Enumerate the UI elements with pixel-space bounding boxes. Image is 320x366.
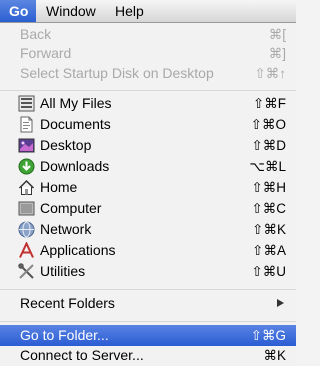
menu-item-desktop[interactable]: Desktop ⇧⌘D bbox=[0, 135, 296, 156]
menu-item-label: Forward bbox=[20, 45, 72, 61]
documents-icon bbox=[20, 116, 33, 133]
menu-item-shortcut: ⌥⌘L bbox=[249, 159, 286, 174]
menu-item-computer[interactable]: Computer ⇧⌘C bbox=[0, 198, 296, 219]
menu-item-label: All My Files bbox=[40, 95, 112, 111]
menu-item-shortcut: ⇧⌘O bbox=[250, 117, 286, 132]
menu-item-documents[interactable]: Documents ⇧⌘O bbox=[0, 114, 296, 135]
menu-item-applications[interactable]: Applications ⇧⌘A bbox=[0, 240, 296, 261]
menu-item-shortcut: ⇧⌘U bbox=[251, 264, 286, 279]
menu-item-label: Downloads bbox=[40, 158, 110, 174]
all-files-icon bbox=[18, 95, 35, 112]
menu-item-shortcut: ⇧⌘↑ bbox=[254, 66, 286, 81]
menubar-go[interactable]: Go bbox=[0, 0, 36, 22]
menu-item-label: Applications bbox=[40, 242, 116, 258]
menu-item-recent-folders[interactable]: Recent Folders bbox=[0, 293, 296, 314]
menu-item-label: Go to Folder... bbox=[20, 327, 109, 343]
desktop-icon bbox=[18, 138, 35, 153]
menu-item-select-startup-disk: Select Startup Disk on Desktop ⇧⌘↑ bbox=[0, 63, 296, 84]
menu-item-label: Desktop bbox=[40, 137, 92, 153]
downloads-icon bbox=[18, 158, 35, 175]
menu-item-all-my-files[interactable]: All My Files ⇧⌘F bbox=[0, 93, 296, 114]
network-icon bbox=[18, 221, 35, 238]
menu-item-utilities[interactable]: Utilities ⇧⌘U bbox=[0, 261, 296, 282]
go-menu-dropdown: Back ⌘[ Forward ⌘] Select Startup Disk o… bbox=[0, 23, 296, 366]
menu-item-label: Connect to Server... bbox=[20, 347, 144, 363]
submenu-arrow-icon bbox=[277, 299, 284, 307]
menu-item-home[interactable]: Home ⇧⌘H bbox=[0, 177, 296, 198]
menu-item-shortcut: ⇧⌘D bbox=[251, 138, 286, 153]
menu-item-shortcut: ⌘K bbox=[263, 348, 286, 363]
menu-item-shortcut: ⇧⌘F bbox=[252, 96, 286, 111]
utilities-icon bbox=[18, 263, 34, 279]
menu-item-label: Recent Folders bbox=[20, 295, 115, 311]
menu-item-shortcut: ⇧⌘C bbox=[251, 201, 286, 216]
menu-item-shortcut: ⇧⌘K bbox=[252, 222, 286, 237]
menu-item-shortcut: ⌘[ bbox=[268, 27, 286, 42]
menu-item-shortcut: ⇧⌘G bbox=[250, 328, 286, 343]
menu-separator bbox=[0, 90, 296, 91]
menu-item-network[interactable]: Network ⇧⌘K bbox=[0, 219, 296, 240]
menubar-window[interactable]: Window bbox=[46, 0, 96, 22]
menu-item-forward: Forward ⌘] bbox=[0, 43, 296, 64]
menu-item-go-to-folder[interactable]: Go to Folder... ⇧⌘G bbox=[0, 325, 296, 346]
menu-item-connect-to-server[interactable]: Connect to Server... ⌘K bbox=[0, 345, 296, 366]
menu-item-shortcut: ⇧⌘A bbox=[252, 243, 286, 258]
menu-item-downloads[interactable]: Downloads ⌥⌘L bbox=[0, 156, 296, 177]
menu-item-label: Network bbox=[40, 221, 92, 237]
menu-separator bbox=[0, 321, 296, 322]
menubar-help[interactable]: Help bbox=[115, 0, 144, 22]
menu-item-label: Utilities bbox=[40, 263, 86, 279]
menu-item-label: Select Startup Disk on Desktop bbox=[20, 65, 214, 81]
menu-item-label: Back bbox=[20, 26, 52, 42]
applications-icon bbox=[19, 242, 34, 258]
menu-item-label: Computer bbox=[40, 200, 102, 216]
menu-separator bbox=[0, 289, 296, 290]
menu-bar: Go Window Help bbox=[0, 0, 296, 23]
menu-item-shortcut: ⌘] bbox=[268, 46, 286, 61]
menu-item-label: Home bbox=[40, 179, 78, 195]
home-icon bbox=[18, 179, 35, 195]
menu-item-shortcut: ⇧⌘H bbox=[251, 180, 286, 195]
menu-item-back: Back ⌘[ bbox=[0, 24, 296, 45]
menu-item-label: Documents bbox=[40, 116, 111, 132]
computer-icon bbox=[18, 201, 35, 216]
